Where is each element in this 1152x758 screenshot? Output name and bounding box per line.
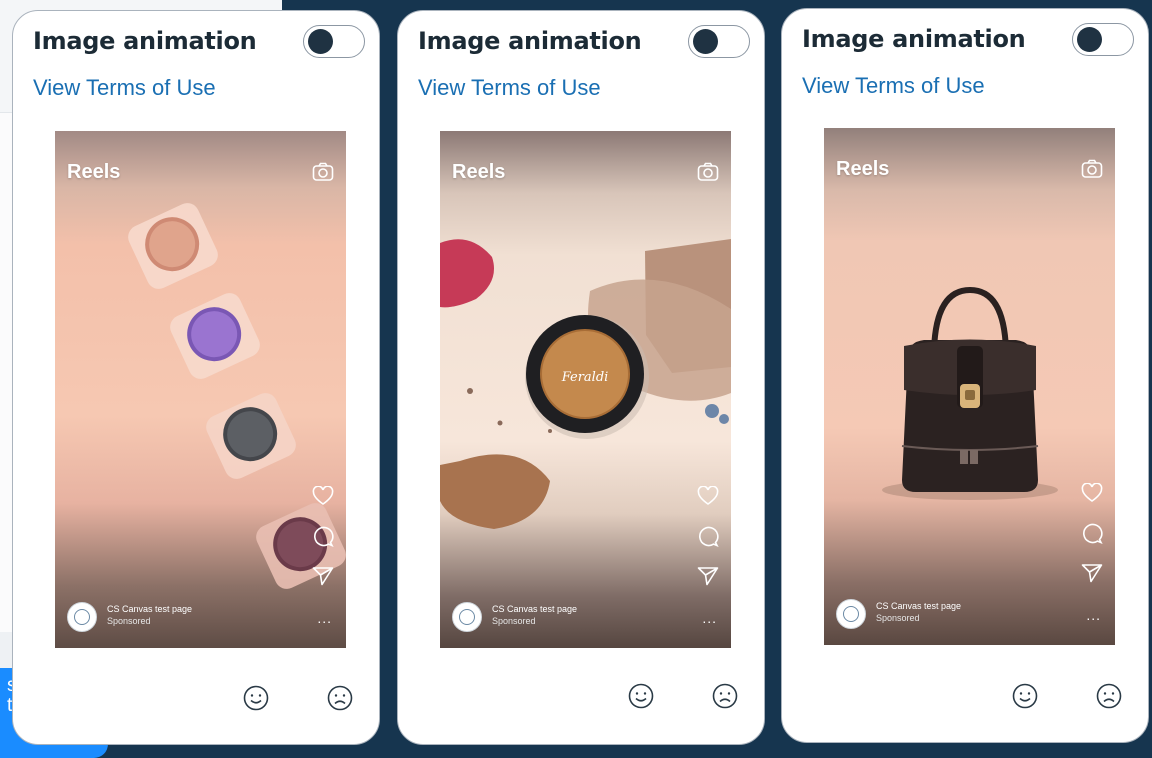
image-animation-toggle[interactable] <box>688 25 750 58</box>
comment-icon[interactable] <box>312 525 334 547</box>
eyeshadow-jars-image <box>128 203 346 589</box>
camera-icon[interactable] <box>312 162 334 182</box>
reels-label: Reels <box>67 161 121 183</box>
send-icon[interactable] <box>312 566 334 586</box>
sponsor-footer: CS Canvas test page Sponsored ... <box>67 602 334 634</box>
leather-backpack-image <box>882 286 1058 500</box>
reels-label: Reels <box>452 161 506 183</box>
sponsored-label: Sponsored <box>876 613 920 623</box>
preview-card-3: Image animation View Terms of Use Reels … <box>781 8 1149 743</box>
smile-icon[interactable] <box>1012 683 1038 709</box>
preview-card-1: Image animation View Terms of Use Reels … <box>12 10 380 745</box>
page-name: CS Canvas test page <box>876 601 962 611</box>
smile-icon[interactable] <box>243 685 269 711</box>
sponsor-footer: CS Canvas test page Sponsored ... <box>836 599 1103 631</box>
comment-icon[interactable] <box>697 525 719 547</box>
feedback-row <box>628 683 738 711</box>
reels-preview: Reels CS Canvas test page Sponsored ... <box>824 128 1115 645</box>
terms-of-use-link[interactable]: View Terms of Use <box>802 73 985 99</box>
page-name: CS Canvas test page <box>107 604 193 614</box>
reel-actions <box>697 486 719 605</box>
brand-logo-text: Feraldi <box>561 370 609 385</box>
frown-icon[interactable] <box>1096 683 1122 709</box>
page-name: CS Canvas test page <box>492 604 578 614</box>
reels-label: Reels <box>836 158 890 180</box>
reel-actions <box>1081 483 1103 602</box>
terms-of-use-link[interactable]: View Terms of Use <box>418 75 601 101</box>
sponsor-footer: CS Canvas test page Sponsored ... <box>452 602 719 634</box>
image-animation-toggle[interactable] <box>303 25 365 58</box>
card-title: Image animation <box>33 27 257 55</box>
more-options-icon[interactable]: ... <box>317 610 332 626</box>
more-options-icon[interactable]: ... <box>702 610 717 626</box>
camera-icon[interactable] <box>697 162 719 182</box>
card-title: Image animation <box>418 27 642 55</box>
toggle-knob <box>1077 27 1102 52</box>
send-icon[interactable] <box>697 566 719 586</box>
sponsored-label: Sponsored <box>492 616 536 626</box>
feedback-row <box>1012 683 1122 711</box>
avatar <box>452 602 482 632</box>
frown-icon[interactable] <box>327 685 353 711</box>
terms-of-use-link[interactable]: View Terms of Use <box>33 75 216 101</box>
eyeshadow-compact-image: Feraldi <box>440 239 731 529</box>
heart-icon[interactable] <box>312 486 334 506</box>
card-title: Image animation <box>802 25 1026 53</box>
reel-actions <box>312 486 334 605</box>
preview-card-2: Image animation View Terms of Use Ferald… <box>397 10 765 745</box>
comment-icon[interactable] <box>1081 522 1103 544</box>
feedback-row <box>243 685 353 713</box>
avatar <box>836 599 866 629</box>
reels-preview: Reels CS Canvas test page Sponsored ... <box>55 131 346 648</box>
heart-icon[interactable] <box>697 486 719 506</box>
avatar <box>67 602 97 632</box>
heart-icon[interactable] <box>1081 483 1103 503</box>
sponsored-label: Sponsored <box>107 616 151 626</box>
frown-icon[interactable] <box>712 683 738 709</box>
image-animation-toggle[interactable] <box>1072 23 1134 56</box>
reels-preview: Feraldi Reels CS Canvas test page Sponso… <box>440 131 731 648</box>
smile-icon[interactable] <box>628 683 654 709</box>
toggle-knob <box>308 29 333 54</box>
more-options-icon[interactable]: ... <box>1086 607 1101 623</box>
toggle-knob <box>693 29 718 54</box>
send-icon[interactable] <box>1081 563 1103 583</box>
camera-icon[interactable] <box>1081 159 1103 179</box>
